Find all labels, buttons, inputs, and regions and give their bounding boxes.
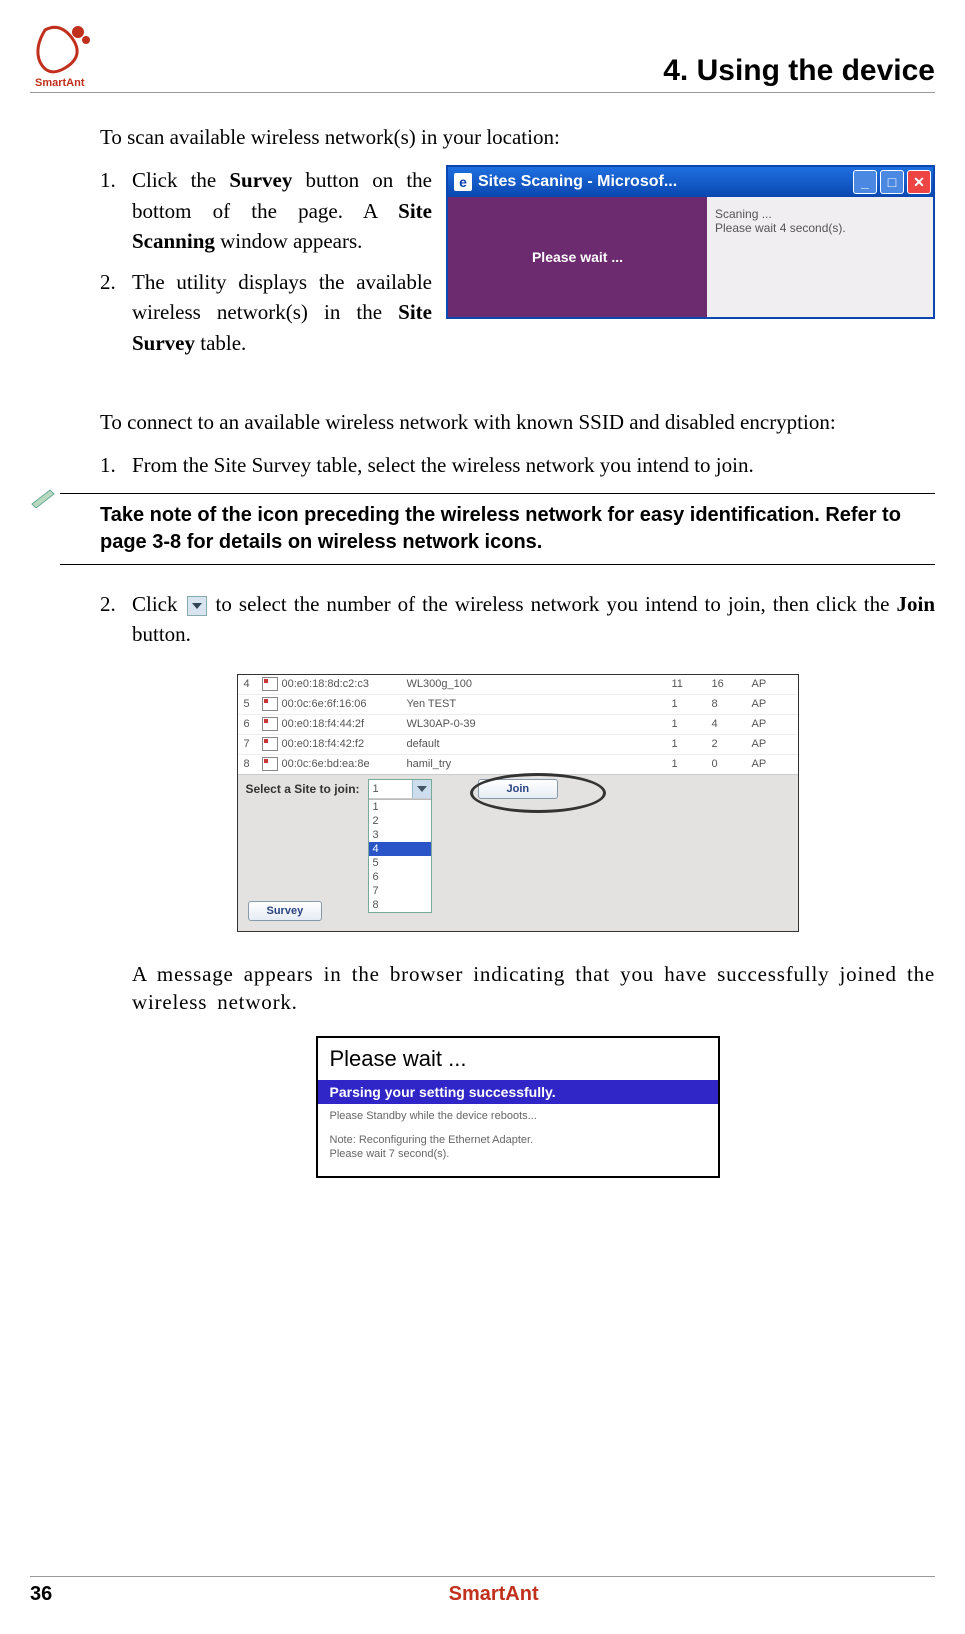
row-index: 5 [244,698,262,710]
row-col-b: 0 [712,758,752,770]
page-number: 36 [30,1583,52,1606]
table-row[interactable]: 4 00:e0:18:8d:c2:c3WL300g_1001116AP [238,675,798,695]
row-ssid: hamil_try [407,758,672,770]
table-row[interactable]: 7 00:e0:18:f4:42:f2default12AP [238,735,798,755]
row-col-b: 8 [712,698,752,710]
parse-wait-title: Please wait ... [318,1038,718,1080]
page-footer: 36 SmartAnt [30,1576,935,1606]
select-site-label: Select a Site to join: [246,779,360,796]
chapter-title: 4. Using the device [663,54,935,90]
table-row[interactable]: 5 00:0c:6e:6f:16:06Yen TEST18AP [238,695,798,715]
parse-success-bar: Parsing your setting successfully. [318,1080,718,1104]
scan-wait-label: Please wait ... [448,197,707,317]
row-ssid: Yen TEST [407,698,672,710]
table-row[interactable]: 6 00:e0:18:f4:44:2fWL30AP-0-3914AP [238,715,798,735]
site-number-select[interactable]: 1 12345678 [368,779,432,913]
row-mac: 00:e0:18:8d:c2:c3 [282,678,407,690]
row-mac: 00:e0:18:f4:42:f2 [282,738,407,750]
intro-connect: To connect to an available wireless netw… [100,408,935,436]
select-option[interactable]: 2 [369,814,431,828]
network-icon [262,757,278,771]
row-index: 4 [244,678,262,690]
select-option[interactable]: 6 [369,870,431,884]
page-header: SmartAnt 4. Using the device [30,20,935,93]
row-col-b: 16 [712,678,752,690]
row-col-a: 1 [672,698,712,710]
row-col-b: 4 [712,718,752,730]
ie-icon: e [454,173,472,191]
select-option[interactable]: 4 [369,842,431,856]
row-mac: 00:e0:18:f4:44:2f [282,718,407,730]
row-col-a: 1 [672,738,712,750]
site-scanning-window: e Sites Scaning - Microsof... _ □ ✕ Plea… [446,165,935,319]
network-icon [262,677,278,691]
survey-button[interactable]: Survey [248,901,323,921]
network-icon [262,737,278,751]
select-option[interactable]: 8 [369,898,431,912]
list-number: 2. [100,267,132,358]
footer-brand: SmartAnt [449,1583,539,1606]
row-type: AP [752,718,792,730]
parse-line: Please wait 7 second(s). [318,1148,718,1162]
list-text: From the Site Survey table, select the w… [132,450,935,480]
scan-status-panel: Scaning ... Please wait 4 second(s). [707,197,933,317]
note-block: Take note of the icon preceding the wire… [60,493,935,565]
scan-status-line: Scaning ... [715,207,925,221]
row-ssid: default [407,738,672,750]
row-col-a: 1 [672,718,712,730]
list-number: 1. [100,165,132,256]
intro-scan: To scan available wireless network(s) in… [100,123,935,151]
minimize-button[interactable]: _ [853,170,877,194]
row-ssid: WL300g_100 [407,678,672,690]
network-icon [262,717,278,731]
dropdown-icon [187,596,207,616]
after-table-text: A message appears in the browser indicat… [100,960,935,1017]
row-index: 8 [244,758,262,770]
window-titlebar: e Sites Scaning - Microsof... _ □ ✕ [448,167,933,197]
brand-logo: SmartAnt [30,20,105,90]
scan-steps-list: 1. Click the Survey button on the bottom… [100,165,432,358]
parse-line: Please Standby while the device reboots.… [318,1104,718,1124]
row-type: AP [752,738,792,750]
select-option[interactable]: 5 [369,856,431,870]
parsing-success-window: Please wait ... Parsing your setting suc… [316,1036,720,1178]
row-index: 7 [244,738,262,750]
svg-text:SmartAnt: SmartAnt [35,77,85,89]
scan-status-line: Please wait 4 second(s). [715,221,925,235]
select-option[interactable]: 3 [369,828,431,842]
row-mac: 00:0c:6e:6f:16:06 [282,698,407,710]
table-row[interactable]: 8 00:0c:6e:bd:ea:8ehamil_try10AP [238,755,798,774]
row-type: AP [752,758,792,770]
list-number: 2. [100,589,132,650]
row-col-a: 1 [672,758,712,770]
select-option[interactable]: 1 [369,800,431,814]
pen-icon [30,488,58,508]
list-number: 1. [100,450,132,480]
row-type: AP [752,678,792,690]
maximize-button[interactable]: □ [880,170,904,194]
list-text: Click to select the number of the wirele… [132,589,935,650]
row-col-b: 2 [712,738,752,750]
row-ssid: WL30AP-0-39 [407,718,672,730]
row-col-a: 11 [672,678,712,690]
close-button[interactable]: ✕ [907,170,931,194]
network-icon [262,697,278,711]
join-button[interactable]: Join [478,779,559,799]
window-title: Sites Scaning - Microsof... [478,173,677,191]
list-text: Click the Survey button on the bottom of… [132,165,432,256]
select-option[interactable]: 7 [369,884,431,898]
row-index: 6 [244,718,262,730]
parse-line: Note: Reconfiguring the Ethernet Adapter… [318,1124,718,1148]
row-type: AP [752,698,792,710]
chevron-down-icon[interactable] [412,780,431,798]
row-mac: 00:0c:6e:bd:ea:8e [282,758,407,770]
list-text: The utility displays the available wirel… [132,267,432,358]
site-survey-table: 400:e0:18:8d:c2:c3WL300g_1001116AP500:0c… [237,674,799,932]
